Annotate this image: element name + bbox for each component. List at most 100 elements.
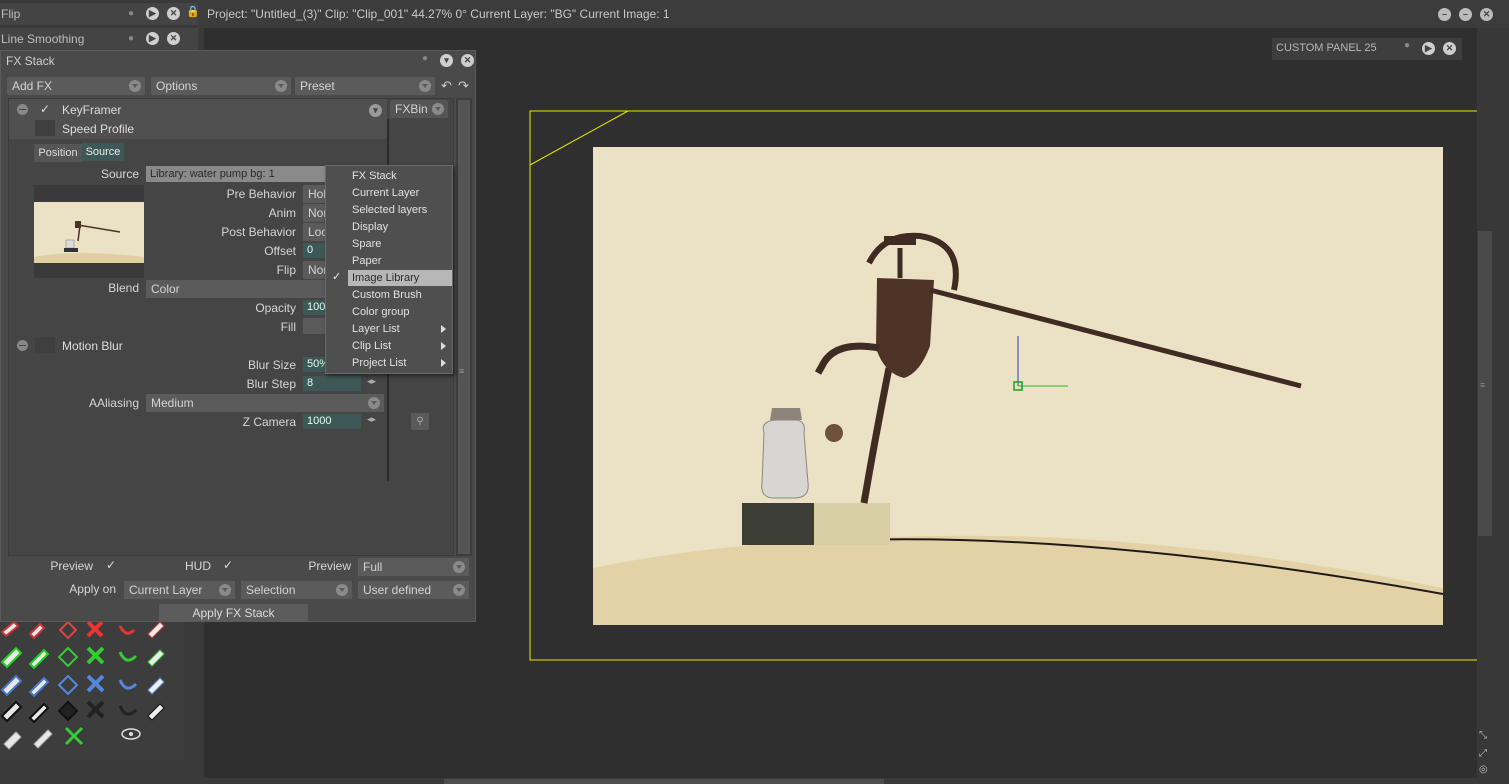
zoom-icon[interactable]: ◎ xyxy=(1479,764,1488,775)
tab-position[interactable]: Position xyxy=(34,144,82,162)
apply-fx-stack-button[interactable]: Apply FX Stack xyxy=(159,604,308,622)
expand-icon[interactable]: ⤢ xyxy=(1479,748,1487,759)
aaliasing-dropdown[interactable]: Medium xyxy=(146,394,384,412)
blur-step-input[interactable]: 8 xyxy=(303,376,361,391)
panel-menu-dot-icon[interactable]: ● xyxy=(422,53,428,64)
menu-item-spare[interactable]: Spare xyxy=(348,236,452,252)
z-camera-input[interactable]: 1000 xyxy=(303,414,361,429)
blend-value: Color xyxy=(151,282,180,296)
chevron-down-icon xyxy=(419,80,431,92)
eraser-tool-icon xyxy=(3,731,22,750)
selection-dropdown[interactable]: Selection xyxy=(241,581,352,599)
lock-icon[interactable]: 🔒 xyxy=(186,5,200,18)
minimize-icon[interactable]: – xyxy=(1438,8,1451,21)
close-icon[interactable]: ✕ xyxy=(1480,8,1493,21)
preview-mode-dropdown[interactable]: Full xyxy=(358,558,469,576)
close-icon[interactable]: ✕ xyxy=(167,7,180,20)
pen-blue-icon xyxy=(28,676,50,698)
hud-check-icon[interactable]: ✓ xyxy=(223,558,233,572)
user-defined-dropdown[interactable]: User defined xyxy=(358,581,469,599)
chevron-down-icon[interactable]: ▾ xyxy=(369,104,382,117)
opacity-input[interactable]: 100 xyxy=(303,300,326,315)
preview-check-icon[interactable]: ✓ xyxy=(106,558,116,572)
motion-blur-checkbox[interactable] xyxy=(35,337,55,353)
fill-label: Fill xyxy=(280,320,296,334)
menu-item-current-layer[interactable]: Current Layer xyxy=(348,185,452,201)
source-dropdown[interactable]: Library: water pump bg: 1 xyxy=(146,166,326,182)
fill-color-swatch[interactable] xyxy=(303,318,326,334)
right-scrollbar[interactable]: ≡ ⤡ ⤢ ◎ xyxy=(1477,28,1509,784)
motion-blur-label: Motion Blur xyxy=(62,339,123,353)
tool-palette-icons[interactable] xyxy=(0,620,184,760)
x-blue-icon xyxy=(86,674,105,693)
preview-mode-label: Preview xyxy=(308,559,351,573)
options-dropdown[interactable]: Options xyxy=(151,77,291,95)
keyframer-label: KeyFramer xyxy=(62,103,122,117)
flip-dropdown[interactable]: Nor xyxy=(303,261,327,279)
flip-panel-header[interactable]: Flip ● ▶ ✕ xyxy=(0,3,198,25)
preset-dropdown[interactable]: Preset xyxy=(295,77,435,95)
menu-item-label: Selected layers xyxy=(352,204,428,216)
menu-item-color-group[interactable]: Color group xyxy=(348,304,452,320)
collapse-minus-icon[interactable] xyxy=(17,104,28,115)
pencil-blue-icon xyxy=(0,674,23,697)
bottom-scrollbar[interactable] xyxy=(204,778,1477,784)
scrollbar-thumb[interactable] xyxy=(458,100,470,554)
offset-input[interactable]: 0 xyxy=(303,243,326,258)
user-defined-value: User defined xyxy=(363,583,432,597)
undo-icon[interactable]: ↶ xyxy=(441,78,452,94)
pre-behavior-dropdown[interactable]: Hol xyxy=(303,185,326,203)
scrollbar-thumb[interactable] xyxy=(444,779,884,784)
stepper-arrows-icon[interactable]: ◂▸ xyxy=(367,414,376,425)
panel-menu-dot-icon[interactable]: ● xyxy=(128,28,134,50)
eraser-blue-icon xyxy=(147,677,165,695)
restore-icon[interactable]: – xyxy=(1459,8,1472,21)
x-green-icon xyxy=(86,646,105,665)
post-behavior-dropdown[interactable]: Loo xyxy=(303,223,328,241)
pen-green-icon xyxy=(28,648,50,670)
add-fx-dropdown[interactable]: Add FX xyxy=(7,77,145,95)
menu-item-project-list[interactable]: Project List xyxy=(348,355,452,371)
line-smoothing-panel-header[interactable]: Line Smoothing ● ▶ ✕ xyxy=(0,28,198,50)
pen-black-icon xyxy=(28,702,50,724)
pick-tool-icon[interactable]: ⚲ xyxy=(411,413,429,430)
anim-dropdown[interactable]: Nor xyxy=(303,204,327,222)
menu-item-fx-stack[interactable]: FX Stack xyxy=(348,168,452,184)
stepper-arrows-icon[interactable]: ◂▸ xyxy=(367,376,376,387)
fxbin-dropdown[interactable]: FXBin xyxy=(390,100,448,118)
menu-item-display[interactable]: Display xyxy=(348,219,452,235)
tab-source[interactable]: Source xyxy=(82,143,124,161)
play-icon[interactable]: ▶ xyxy=(146,32,159,45)
anim-label: Anim xyxy=(268,206,296,220)
blend-dropdown[interactable]: Color xyxy=(146,280,326,298)
eraser-red-icon xyxy=(147,621,165,639)
menu-item-clip-list[interactable]: Clip List xyxy=(348,338,452,354)
collapse-minus-icon[interactable] xyxy=(17,340,28,351)
close-icon[interactable]: ✕ xyxy=(461,54,474,67)
play-icon[interactable]: ▶ xyxy=(146,7,159,20)
apply-on-dropdown[interactable]: Current Layer xyxy=(124,581,235,599)
canvas-info-bar: Project: "Untitled_(3)" Clip: "Clip_001"… xyxy=(198,0,1509,28)
check-icon[interactable]: ✓ xyxy=(40,102,50,116)
redo-icon[interactable]: ↷ xyxy=(458,78,469,94)
post-behavior-label: Post Behavior xyxy=(221,225,296,239)
fill-blue-icon xyxy=(118,679,138,690)
source-popup-menu: FX Stack Current Layer Selected layers Disp… xyxy=(325,165,453,374)
panel-menu-dot-icon[interactable]: ● xyxy=(128,3,134,25)
pre-behavior-value: Hol xyxy=(308,187,327,201)
fx-list-scrollbar[interactable]: ≡ xyxy=(456,98,472,556)
tool-palette xyxy=(0,620,184,760)
close-icon[interactable]: ✕ xyxy=(167,32,180,45)
fill-black-icon xyxy=(118,705,138,716)
blur-size-input[interactable]: 50% xyxy=(303,357,329,372)
collapse-icon[interactable]: ▾ xyxy=(440,54,453,67)
fit-icon[interactable]: ⤡ xyxy=(1479,730,1487,741)
z-camera-label: Z Camera xyxy=(242,415,296,429)
menu-item-layer-list[interactable]: Layer List xyxy=(348,321,452,337)
menu-item-image-library[interactable]: Image Library xyxy=(348,270,452,286)
menu-item-paper[interactable]: Paper xyxy=(348,253,452,269)
menu-item-label: Clip List xyxy=(352,340,392,352)
menu-item-selected-layers[interactable]: Selected layers xyxy=(348,202,452,218)
menu-item-custom-brush[interactable]: Custom Brush xyxy=(348,287,452,303)
speed-profile-checkbox[interactable] xyxy=(35,120,55,136)
